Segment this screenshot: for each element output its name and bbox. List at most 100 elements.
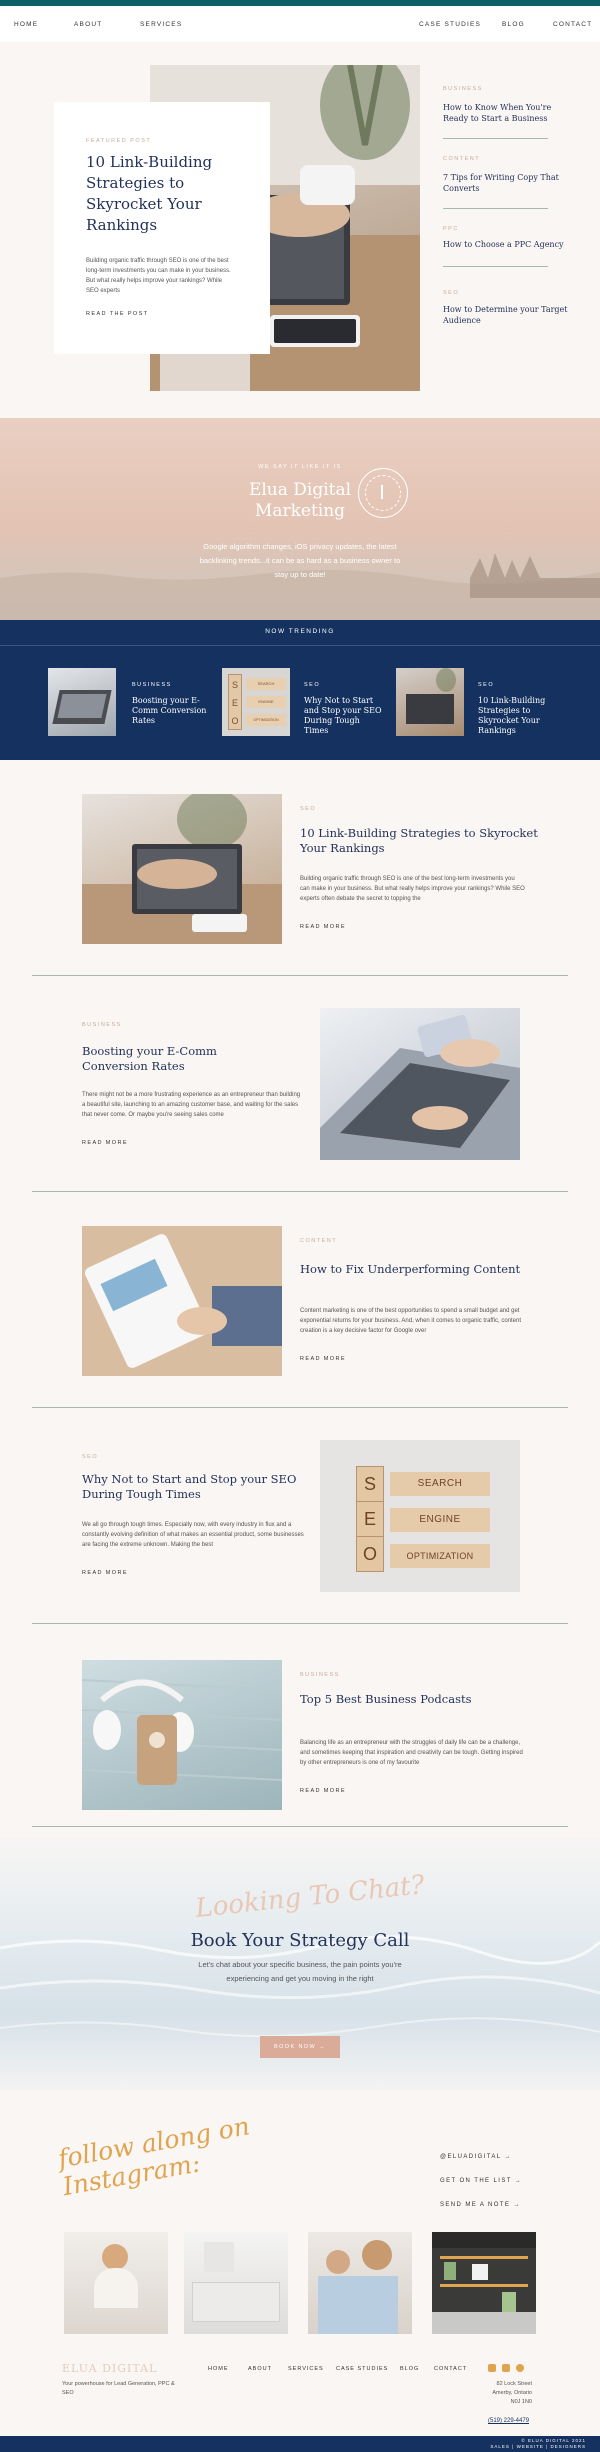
sidebar-post-title[interactable]: How to Know When You're Ready to Start a… <box>443 102 568 124</box>
post-divider <box>32 975 568 976</box>
instagram-script: follow along on Instagram: <box>55 2111 252 2202</box>
laptop-credit-card-photo <box>320 1014 520 1160</box>
post-divider <box>32 1826 568 1827</box>
seo-word: SEARCH <box>246 678 286 690</box>
trending-title[interactable]: Boosting your E-Comm Conversion Rates <box>132 696 222 726</box>
sidebar-post-title[interactable]: 7 Tips for Writing Copy That Converts <box>443 172 568 194</box>
footer-nav-case-studies[interactable]: CASE STUDIES <box>336 2366 388 2372</box>
trending-divider <box>0 645 600 646</box>
featured-excerpt: Building organic traffic through SEO is … <box>86 258 231 294</box>
post-excerpt: Balancing life as an entrepreneur with t… <box>300 1740 523 1766</box>
post-read-more[interactable]: READ MORE <box>300 1788 346 1794</box>
instagram-photo[interactable] <box>64 2232 168 2334</box>
post-image[interactable]: S E O SEARCH ENGINE OPTIMIZATION <box>320 1440 520 1592</box>
get-on-list-link[interactable]: GET ON THE LIST → <box>440 2178 522 2184</box>
sidebar-post-category: BUSINESS <box>443 86 483 92</box>
footer-nav-about[interactable]: ABOUT <box>248 2366 272 2372</box>
featured-eyebrow: FEATURED POST <box>86 138 152 144</box>
headphones-photo <box>82 1679 282 1785</box>
post-title[interactable]: Why Not to Start and Stop your SEO Durin… <box>82 1472 307 1502</box>
post-excerpt: Content marketing is one of the best opp… <box>300 1308 522 1334</box>
post-title[interactable]: Boosting your E-Comm Conversion Rates <box>82 1044 282 1074</box>
post-divider <box>32 1191 568 1192</box>
post-excerpt: Building organic traffic through SEO is … <box>300 876 525 902</box>
nav-about[interactable]: ABOUT <box>74 21 102 28</box>
facebook-icon[interactable] <box>502 2364 510 2372</box>
instagram-photo[interactable] <box>184 2232 288 2334</box>
hero-eyebrow: WE SAY IT LIKE IT IS <box>258 464 342 470</box>
instagram-handle-link[interactable]: @ELUADIGITAL → <box>440 2154 512 2160</box>
post-excerpt: We all go through tough times. Especiall… <box>82 1522 304 1548</box>
send-note-link[interactable]: SEND ME A NOTE → <box>440 2202 521 2208</box>
nav-contact[interactable]: CONTACT <box>553 21 592 28</box>
about-band: WE SAY IT LIKE IT IS Elua Digital Market… <box>0 418 600 620</box>
post-category: CONTENT <box>300 1238 338 1244</box>
seo-e: E <box>231 698 238 708</box>
seo-word: OPTIMIZATION <box>246 714 286 726</box>
footer-nav-home[interactable]: HOME <box>208 2366 229 2372</box>
featured-title[interactable]: 10 Link-Building Strategies to Skyrocket… <box>86 152 226 236</box>
trending-thumb[interactable] <box>48 668 116 736</box>
post-image[interactable] <box>82 794 282 944</box>
badge-logo-icon <box>358 468 408 518</box>
post-title[interactable]: Top 5 Best Business Podcasts <box>300 1692 540 1707</box>
sidebar-post-category: SEO <box>443 290 460 296</box>
featured-read-more[interactable]: READ THE POST <box>86 311 148 317</box>
post-image[interactable] <box>82 1226 282 1376</box>
tablet-meeting-photo <box>82 1226 282 1376</box>
seo-letter-blocks: S E O <box>356 1466 384 1572</box>
hero-title: Elua Digital Marketing <box>248 480 352 521</box>
footer-copyright: © ELUA DIGITAL 2021 <box>521 2438 586 2443</box>
post-read-more[interactable]: READ MORE <box>82 1570 128 1576</box>
trending-category: BUSINESS <box>132 682 172 688</box>
trending-thumb[interactable]: S E O SEARCH ENGINE OPTIMIZATION <box>222 668 290 736</box>
post-read-more[interactable]: READ MORE <box>300 1356 346 1362</box>
nav-blog[interactable]: BLOG <box>502 21 525 28</box>
footer-nav-services[interactable]: SERVICES <box>288 2366 324 2372</box>
book-now-button[interactable]: BOOK NOW → <box>260 2036 340 2058</box>
footer-credits[interactable]: SALES | WEBSITE | DESIGNERS <box>490 2444 586 2449</box>
sidebar-post-category: PPC <box>443 226 459 232</box>
trending-thumb[interactable] <box>396 668 464 736</box>
hero-text: Google algorithm changes, iOS privacy up… <box>199 542 401 579</box>
nav-services[interactable]: SERVICES <box>140 21 182 28</box>
post-image[interactable] <box>82 1660 282 1810</box>
post-category: BUSINESS <box>82 1022 122 1028</box>
featured-card: FEATURED POST 10 Link-Building Strategie… <box>54 102 270 354</box>
trending-category: SEO <box>304 682 321 688</box>
instagram-photo[interactable] <box>432 2232 536 2334</box>
seo-word: ENGINE <box>246 696 286 708</box>
seo-word-engine: ENGINE <box>390 1508 490 1532</box>
pinterest-icon[interactable] <box>516 2364 524 2372</box>
trending-category: SEO <box>478 682 495 688</box>
sidebar-divider <box>443 208 548 209</box>
footer-nav-blog[interactable]: BLOG <box>400 2366 419 2372</box>
sidebar-post-title[interactable]: How to Determine your Target Audience <box>443 304 568 326</box>
cta-text: Let's chat about your specific business,… <box>198 1960 402 1983</box>
post-title[interactable]: How to Fix Underperforming Content <box>300 1262 540 1277</box>
post-category: SEO <box>300 806 317 812</box>
post-read-more[interactable]: READ MORE <box>300 924 346 930</box>
sidebar-post-category: CONTENT <box>443 156 481 162</box>
seo-word-optimization: OPTIMIZATION <box>390 1544 490 1568</box>
footer-bottom-bar: © ELUA DIGITAL 2021 SALES | WEBSITE | DE… <box>0 2436 600 2452</box>
post-title[interactable]: 10 Link-Building Strategies to Skyrocket… <box>300 826 540 856</box>
footer-address: 82 Lock Street Amerby, Ontario N0J 1N0 <box>492 2381 532 2405</box>
nav-case-studies[interactable]: CASE STUDIES <box>419 21 481 28</box>
post-category: BUSINESS <box>300 1672 340 1678</box>
post-read-more[interactable]: READ MORE <box>82 1140 128 1146</box>
trending-title[interactable]: 10 Link-Building Strategies to Skyrocket… <box>478 696 568 736</box>
footer-phone[interactable]: (519) 229-4479 <box>488 2418 529 2424</box>
nav-home[interactable]: HOME <box>14 21 38 28</box>
seo-word-search: SEARCH <box>390 1472 490 1496</box>
footer-nav-contact[interactable]: CONTACT <box>434 2366 467 2372</box>
post-image[interactable] <box>320 1008 520 1160</box>
instagram-icon[interactable] <box>488 2364 496 2372</box>
footer-logo[interactable]: ELUA DIGITAL <box>62 2362 157 2375</box>
cta-title: Book Your Strategy Call <box>190 1930 410 1951</box>
sidebar-post-title[interactable]: How to Choose a PPC Agency <box>443 239 568 250</box>
trending-title[interactable]: Why Not to Start and Stop your SEO Durin… <box>304 696 384 736</box>
instagram-photo[interactable] <box>308 2232 412 2334</box>
main-nav: HOME ABOUT SERVICES CASE STUDIES BLOG CO… <box>0 6 600 42</box>
footer-tagline: Your powerhouse for Lead Generation, PPC… <box>62 2381 175 2396</box>
